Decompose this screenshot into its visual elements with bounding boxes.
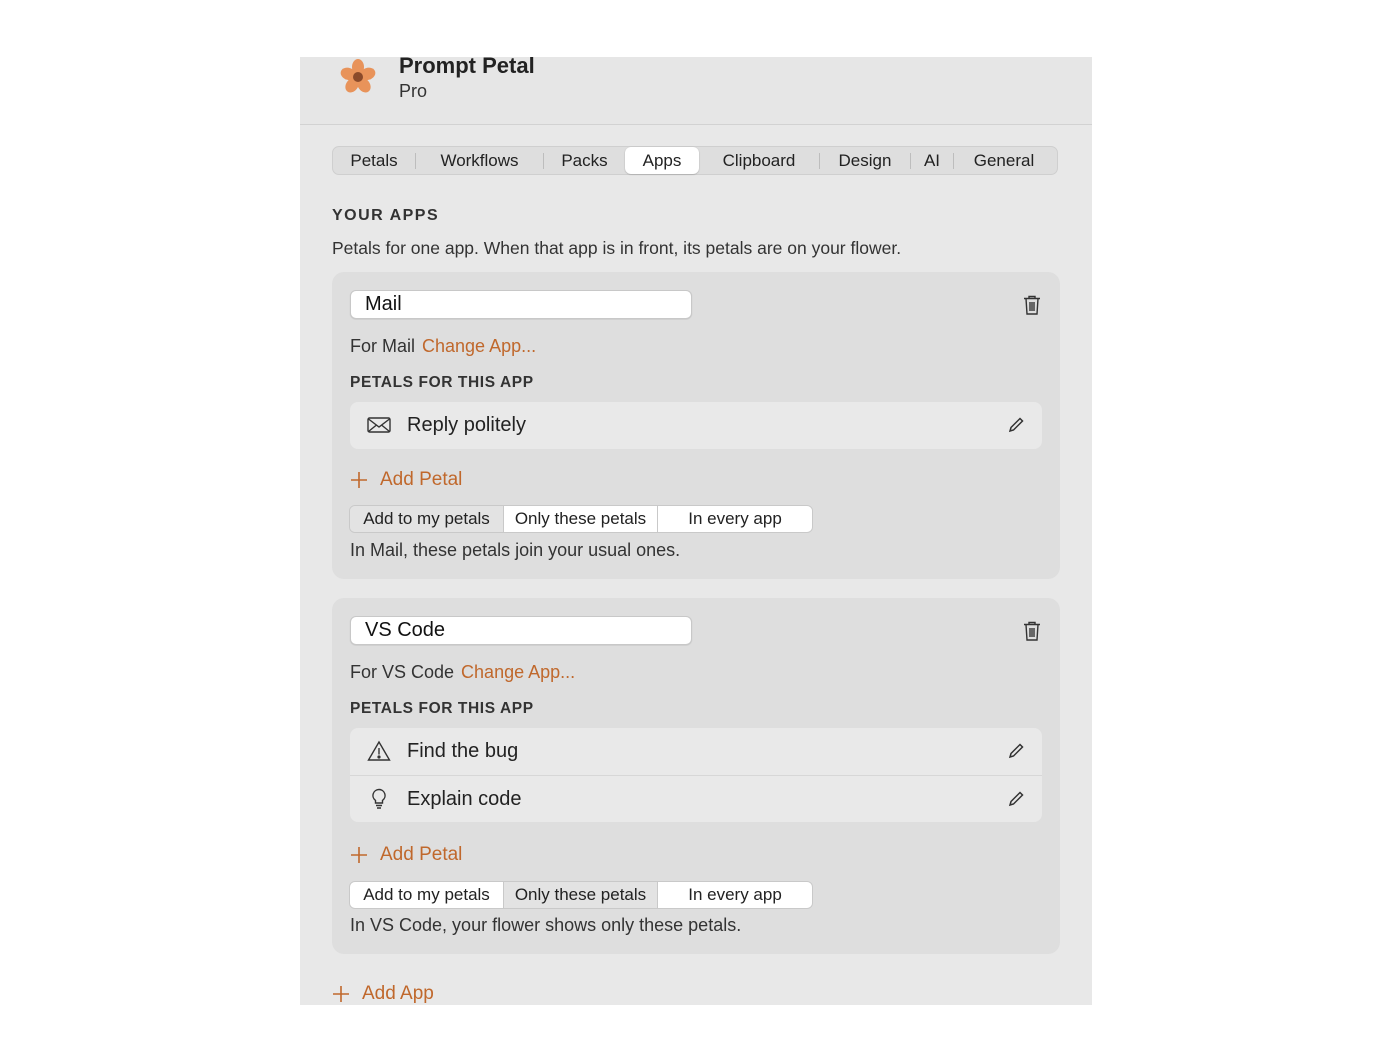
petal-mode-segmented-control: Add to my petals Only these petals In ev… [349, 881, 813, 909]
mode-add-to-my-petals[interactable]: Add to my petals [350, 882, 504, 908]
app-header: Prompt Petal Pro [300, 57, 1092, 125]
mode-in-every-app[interactable]: In every app [658, 506, 812, 532]
petal-list: Find the bug Explain code [350, 728, 1042, 822]
app-for-line: For VS Code Change App... [350, 662, 576, 682]
trash-icon[interactable] [1022, 294, 1042, 316]
mode-description: In Mail, these petals join your usual on… [350, 540, 681, 560]
tab-clipboard[interactable]: Clipboard [699, 147, 819, 174]
trash-icon[interactable] [1022, 620, 1042, 642]
mode-description: In VS Code, your flower shows only these… [350, 915, 742, 935]
envelope-icon [367, 417, 391, 433]
petal-mode-segmented-control: Add to my petals Only these petals In ev… [349, 505, 813, 533]
add-app-button[interactable]: Add App [332, 983, 434, 1005]
app-name-field[interactable]: VS Code [350, 616, 692, 645]
petal-label: Find the bug [407, 740, 519, 762]
tab-bar: Petals Workflows Packs Apps Clipboard De… [332, 146, 1058, 175]
mode-in-every-app[interactable]: In every app [658, 882, 812, 908]
pencil-icon[interactable] [1008, 417, 1024, 433]
tab-petals[interactable]: Petals [333, 147, 415, 174]
section-description: Petals for one app. When that app is in … [332, 238, 902, 258]
petal-row[interactable]: Explain code [350, 775, 1042, 822]
tab-ai[interactable]: AI [911, 147, 953, 174]
plus-icon [351, 472, 367, 488]
mode-only-these-petals[interactable]: Only these petals [504, 506, 658, 532]
petal-row[interactable]: Find the bug [350, 728, 1042, 775]
tab-apps[interactable]: Apps [625, 147, 699, 174]
plus-icon [351, 847, 367, 863]
pencil-icon[interactable] [1008, 743, 1024, 759]
app-subtitle: Pro [399, 81, 428, 101]
petal-row[interactable]: Reply politely [350, 402, 1042, 449]
app-card-vscode: VS Code For VS Code Change App... PETALS … [332, 598, 1060, 954]
add-petal-button[interactable]: Add Petal [350, 844, 462, 866]
app-card-mail: Mail For Mail Change App... PETALS FOR TH… [332, 272, 1060, 579]
flower-logo-icon [340, 59, 376, 93]
tab-general[interactable]: General [954, 147, 1054, 174]
mode-add-to-my-petals[interactable]: Add to my petals [350, 506, 504, 532]
tab-workflows[interactable]: Workflows [416, 147, 543, 174]
app-name-field[interactable]: Mail [350, 290, 692, 319]
petals-section-label: PETALS FOR THIS APP [350, 374, 534, 391]
petal-label: Reply politely [407, 414, 526, 436]
petals-section-label: PETALS FOR THIS APP [350, 700, 534, 717]
petal-list: Reply politely [350, 402, 1042, 449]
section-title: YOUR APPS [332, 207, 440, 224]
settings-window: Prompt Petal Pro Petals Workflows Packs … [300, 57, 1092, 1005]
app-for-line: For Mail Change App... [350, 336, 537, 356]
app-title: Prompt Petal [399, 57, 535, 78]
warning-triangle-icon [367, 740, 391, 761]
lightbulb-icon [372, 788, 386, 809]
mode-only-these-petals[interactable]: Only these petals [504, 882, 658, 908]
plus-icon [333, 986, 349, 1002]
change-app-link[interactable]: Change App... [461, 662, 575, 682]
petal-label: Explain code [407, 787, 522, 810]
pencil-icon[interactable] [1008, 791, 1024, 807]
tab-packs[interactable]: Packs [544, 147, 625, 174]
change-app-link[interactable]: Change App... [422, 336, 536, 356]
tab-design[interactable]: Design [820, 147, 910, 174]
add-petal-button[interactable]: Add Petal [350, 469, 462, 491]
